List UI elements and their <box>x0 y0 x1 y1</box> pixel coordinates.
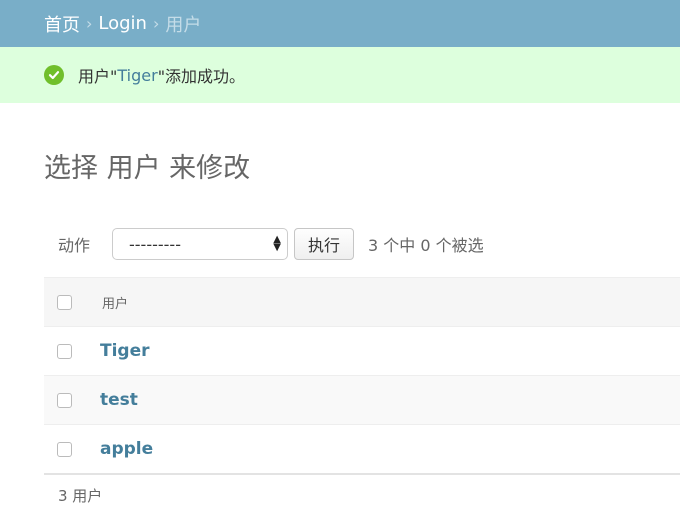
breadcrumb-separator: › <box>86 14 93 33</box>
message-suffix: "添加成功。 <box>157 67 246 86</box>
actions-label: 动作 <box>58 236 91 255</box>
row-checkbox[interactable] <box>57 441 72 457</box>
selection-counter: 3 个中 0 个被选 <box>368 236 484 255</box>
user-link[interactable]: apple <box>89 439 153 459</box>
page-title: 选择 用户 来修改 <box>44 153 251 184</box>
check-circle-icon <box>44 65 64 85</box>
results-table: 用户 Tiger test apple <box>44 277 680 475</box>
column-header-user[interactable]: 用户 <box>88 277 680 327</box>
user-link[interactable]: Tiger <box>89 341 150 361</box>
breadcrumb-current: 用户 <box>165 14 202 36</box>
action-select[interactable]: --------- ▲ ▼ <box>112 228 288 260</box>
user-link[interactable]: test <box>89 390 138 410</box>
action-select-value: --------- <box>129 234 181 254</box>
actions-bar: 动作 --------- ▲ ▼ 执行 3 个中 0 个被选 <box>44 226 680 262</box>
select-all-checkbox[interactable] <box>57 294 72 310</box>
table-row: Tiger <box>44 326 680 376</box>
message-object: Tiger <box>117 65 158 85</box>
table-row: apple <box>44 424 680 475</box>
breadcrumb-app-link[interactable]: Login <box>98 13 147 34</box>
select-all-cell <box>44 277 88 327</box>
breadcrumb-home-link[interactable]: 首页 <box>44 11 80 37</box>
go-button[interactable]: 执行 <box>294 228 354 260</box>
row-checkbox[interactable] <box>57 392 72 408</box>
breadcrumb: 首页 › Login › 用户 <box>0 0 680 47</box>
breadcrumb-separator: › <box>152 14 160 33</box>
select-arrows-icon: ▲ ▼ <box>273 234 281 253</box>
table-row: test <box>44 375 680 425</box>
message-prefix: 用户" <box>78 67 118 86</box>
row-checkbox[interactable] <box>57 343 72 359</box>
success-message: 用户" Tiger "添加成功。 <box>0 47 680 103</box>
paginator: 3 用户 <box>58 487 103 505</box>
